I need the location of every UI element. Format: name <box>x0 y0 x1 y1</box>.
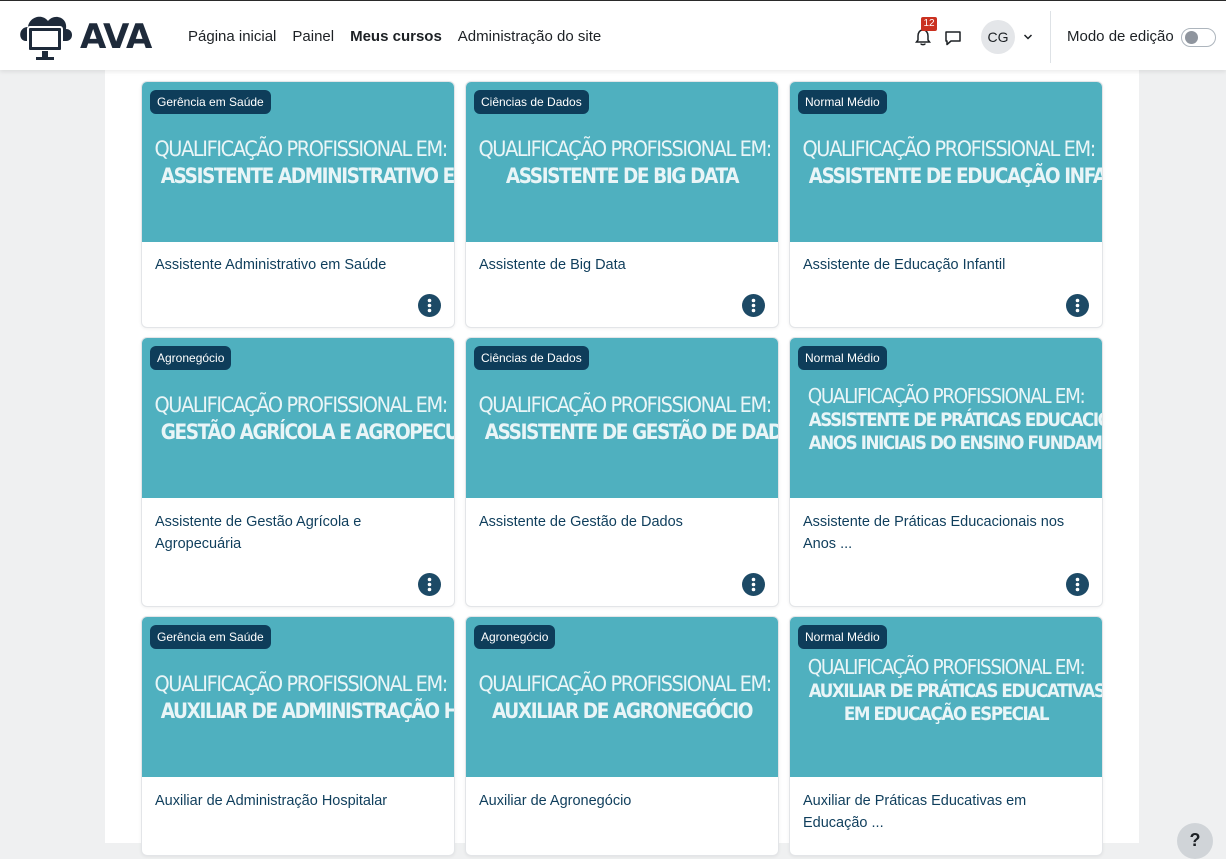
course-banner-image[interactable]: Ciências de Dados QUALIFICAÇÃO PROFISSIO… <box>466 82 778 242</box>
course-banner-image[interactable]: Normal Médio QUALIFICAÇÃO PROFISSIONAL E… <box>790 617 1102 777</box>
kebab-menu-icon <box>751 298 756 313</box>
course-actions-menu-button[interactable] <box>1066 573 1089 596</box>
category-badge: Agronegócio <box>474 625 556 649</box>
course-card[interactable]: Ciências de Dados QUALIFICAÇÃO PROFISSIO… <box>465 337 779 607</box>
course-title-link[interactable]: Assistente de Gestão de Dados <box>479 511 759 533</box>
course-banner-image[interactable]: Ciências de Dados QUALIFICAÇÃO PROFISSIO… <box>466 338 778 498</box>
category-badge: Ciências de Dados <box>474 346 589 370</box>
kebab-menu-icon <box>427 298 432 313</box>
course-title-link[interactable]: Assistente de Educação Infantil <box>803 254 1083 276</box>
site-name: AVA <box>80 17 152 57</box>
kebab-menu-icon <box>427 577 432 592</box>
course-actions-menu-button[interactable] <box>418 294 441 317</box>
course-title-link[interactable]: Assistente Administrativo em Saúde <box>155 254 435 276</box>
top-navbar: AVA Página inicial Painel Meus cursos Ad… <box>0 0 1226 70</box>
course-card[interactable]: Gerência em Saúde QUALIFICAÇÃO PROFISSIO… <box>141 81 455 328</box>
edit-mode-toggle[interactable] <box>1181 28 1216 47</box>
banner-text: QUALIFICAÇÃO PROFISSIONAL EM: AUXILIAR D… <box>154 672 454 723</box>
notification-count-badge: 12 <box>921 17 937 31</box>
course-banner-image[interactable]: Gerência em Saúde QUALIFICAÇÃO PROFISSIO… <box>142 82 454 242</box>
course-banner-image[interactable]: Agronegócio QUALIFICAÇÃO PROFISSIONAL EM… <box>466 617 778 777</box>
category-badge: Normal Médio <box>798 625 887 649</box>
course-banner-image[interactable]: Agronegócio QUALIFICAÇÃO PROFISSIONAL EM… <box>142 338 454 498</box>
course-title-link[interactable]: Assistente de Gestão Agrícola e Agropecu… <box>155 511 435 555</box>
course-card[interactable]: Gerência em Saúde QUALIFICAÇÃO PROFISSIO… <box>141 616 455 856</box>
banner-text: QUALIFICAÇÃO PROFISSIONAL EM: ASSISTENTE… <box>802 137 1102 188</box>
course-banner-image[interactable]: Normal Médio QUALIFICAÇÃO PROFISSIONAL E… <box>790 82 1102 242</box>
course-actions-menu-button[interactable] <box>742 294 765 317</box>
category-badge: Agronegócio <box>150 346 232 370</box>
edit-mode-label: Modo de edição <box>1067 28 1174 45</box>
course-card[interactable]: Normal Médio QUALIFICAÇÃO PROFISSIONAL E… <box>789 81 1103 328</box>
navbar-divider <box>1050 11 1051 63</box>
course-title-link[interactable]: Auxiliar de Administração Hospitalar <box>155 790 435 812</box>
nav-item-home[interactable]: Página inicial <box>188 28 276 45</box>
toggle-knob <box>1185 31 1198 44</box>
course-card[interactable]: Normal Médio QUALIFICAÇÃO PROFISSIONAL E… <box>789 337 1103 607</box>
course-card[interactable]: Normal Médio QUALIFICAÇÃO PROFISSIONAL E… <box>789 616 1103 856</box>
nav-item-my-courses[interactable]: Meus cursos <box>350 28 442 45</box>
banner-text: QUALIFICAÇÃO PROFISSIONAL EM: ASSISTENTE… <box>154 137 454 188</box>
kebab-menu-icon <box>751 577 756 592</box>
category-badge: Gerência em Saúde <box>150 625 271 649</box>
course-banner-image[interactable]: Normal Médio QUALIFICAÇÃO PROFISSIONAL E… <box>790 338 1102 498</box>
primary-navigation: Página inicial Painel Meus cursos Admini… <box>188 1 617 71</box>
banner-text: QUALIFICAÇÃO PROFISSIONAL EM: ASSISTENTE… <box>478 393 778 444</box>
course-card[interactable]: Ciências de Dados QUALIFICAÇÃO PROFISSIO… <box>465 81 779 328</box>
course-title-link[interactable]: Assistente de Big Data <box>479 254 759 276</box>
kebab-menu-icon <box>1075 298 1080 313</box>
banner-text: QUALIFICAÇÃO PROFISSIONAL EM: AUXILIAR D… <box>807 655 1102 725</box>
course-title-link[interactable]: Auxiliar de Práticas Educativas em Educa… <box>803 790 1083 834</box>
course-title-link[interactable]: Assistente de Práticas Educacionais nos … <box>803 511 1083 555</box>
course-banner-image[interactable]: Gerência em Saúde QUALIFICAÇÃO PROFISSIO… <box>142 617 454 777</box>
category-badge: Normal Médio <box>798 346 887 370</box>
category-badge: Ciências de Dados <box>474 90 589 114</box>
help-button[interactable]: ? <box>1177 823 1213 859</box>
kebab-menu-icon <box>1075 577 1080 592</box>
course-card[interactable]: Agronegócio QUALIFICAÇÃO PROFISSIONAL EM… <box>141 337 455 607</box>
banner-text: QUALIFICAÇÃO PROFISSIONAL EM: ASSISTENTE… <box>478 137 772 188</box>
course-actions-menu-button[interactable] <box>1066 294 1089 317</box>
banner-text: QUALIFICAÇÃO PROFISSIONAL EM: AUXILIAR D… <box>478 672 772 723</box>
chevron-down-icon[interactable] <box>1022 31 1034 43</box>
cloud-monitor-icon <box>20 16 72 60</box>
chat-icon[interactable] <box>943 28 963 48</box>
user-avatar[interactable]: CG <box>981 20 1015 54</box>
nav-item-site-admin[interactable]: Administração do site <box>458 28 601 45</box>
course-actions-menu-button[interactable] <box>418 573 441 596</box>
banner-text: QUALIFICAÇÃO PROFISSIONAL EM: ASSISTENTE… <box>807 384 1102 454</box>
course-actions-menu-button[interactable] <box>742 573 765 596</box>
course-title-link[interactable]: Auxiliar de Agronegócio <box>479 790 759 812</box>
course-card[interactable]: Agronegócio QUALIFICAÇÃO PROFISSIONAL EM… <box>465 616 779 856</box>
nav-item-dashboard[interactable]: Painel <box>292 28 334 45</box>
banner-text: QUALIFICAÇÃO PROFISSIONAL EM: GESTÃO AGR… <box>154 393 454 444</box>
site-logo[interactable]: AVA <box>16 11 156 63</box>
category-badge: Gerência em Saúde <box>150 90 271 114</box>
category-badge: Normal Médio <box>798 90 887 114</box>
